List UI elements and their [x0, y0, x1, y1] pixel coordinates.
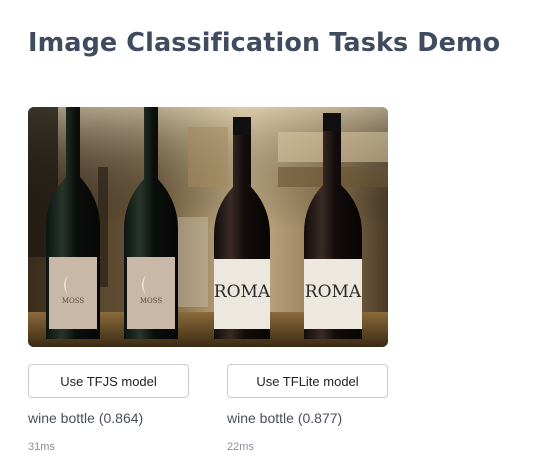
tflite-result-text: wine bottle (0.877)	[227, 410, 343, 426]
use-tflite-model-button[interactable]: Use TFLite model	[227, 364, 388, 398]
tfjs-timing-text: 31ms	[28, 441, 55, 453]
bottle-label-moss-2: MOSS	[140, 297, 163, 305]
wine-bottles-photo: MOSS MOSS ROMA ROMA	[28, 107, 388, 347]
page-title: Image Classification Tasks Demo	[28, 28, 501, 58]
bottle-label-moss-1: MOSS	[62, 297, 85, 305]
bottle-label-roma-1: ROMA	[214, 282, 271, 302]
use-tfjs-model-button[interactable]: Use TFJS model	[28, 364, 189, 398]
tflite-timing-text: 22ms	[227, 441, 254, 453]
tfjs-result-text: wine bottle (0.864)	[28, 410, 144, 426]
bottle-label-roma-2: ROMA	[305, 282, 362, 302]
